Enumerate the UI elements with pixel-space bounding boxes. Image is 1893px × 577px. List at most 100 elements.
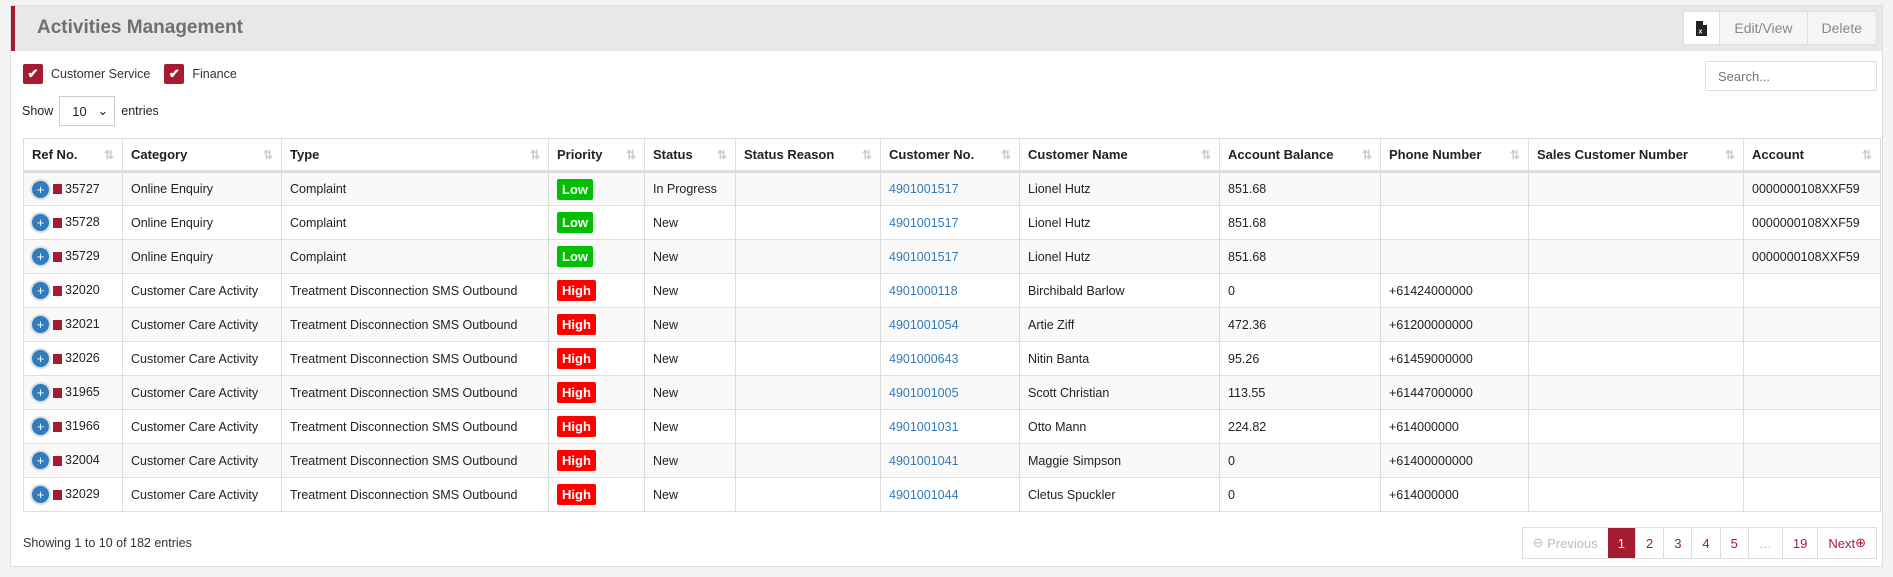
column-header[interactable]: Ref No. ⇅ xyxy=(23,138,123,173)
page-button[interactable]: 3 xyxy=(1663,528,1691,558)
balance-cell: 851.68 xyxy=(1219,239,1381,274)
sales-no-cell xyxy=(1528,171,1744,206)
column-header[interactable]: Type ⇅ xyxy=(281,138,549,173)
pagination-ellipsis: … xyxy=(1747,528,1782,558)
column-header[interactable]: Phone Number ⇅ xyxy=(1380,138,1529,173)
expand-row-icon[interactable]: + xyxy=(32,282,49,299)
ref-no: 31965 xyxy=(65,384,100,399)
expand-row-icon[interactable]: + xyxy=(32,350,49,367)
balance-cell: 0 xyxy=(1219,477,1381,512)
customer-service-checkbox[interactable]: ✔ xyxy=(23,64,43,84)
calendar-icon xyxy=(53,319,62,330)
customer-no-link[interactable]: 4901000118 xyxy=(889,284,958,298)
calendar-icon xyxy=(53,353,62,364)
customer-no-link[interactable]: 4901001031 xyxy=(889,420,959,434)
ref-cell: +32026 xyxy=(23,341,123,376)
column-header[interactable]: Account Balance ⇅ xyxy=(1219,138,1381,173)
excel-file-icon: x xyxy=(1696,20,1708,36)
phone-cell: +614000000 xyxy=(1380,477,1529,512)
priority-cell: Low xyxy=(548,171,645,206)
sales-no-cell xyxy=(1528,239,1744,274)
column-header[interactable]: Status ⇅ xyxy=(644,138,736,173)
search-input[interactable] xyxy=(1705,61,1877,91)
customer-no-link[interactable]: 4901001044 xyxy=(889,488,959,502)
customer-no-link[interactable]: 4901000643 xyxy=(889,352,959,366)
column-header[interactable]: Priority ⇅ xyxy=(548,138,645,173)
activities-table: Ref No. ⇅ Category ⇅ Type ⇅ Priority ⇅ Status ⇅ St… xyxy=(23,138,1881,512)
column-header[interactable]: Status Reason ⇅ xyxy=(735,138,881,173)
ref-no: 35729 xyxy=(65,248,100,263)
export-excel-button[interactable]: x xyxy=(1684,12,1720,44)
expand-row-icon[interactable]: + xyxy=(32,418,49,435)
column-header[interactable]: Customer No. ⇅ xyxy=(880,138,1020,173)
priority-cell: High xyxy=(548,341,645,376)
category-cell: Customer Care Activity xyxy=(122,477,282,512)
page-button[interactable]: 2 xyxy=(1634,528,1663,558)
column-header[interactable]: Account ⇅ xyxy=(1743,138,1881,173)
reason-cell xyxy=(735,477,881,512)
page-button[interactable]: 4 xyxy=(1691,528,1719,558)
status-cell: New xyxy=(644,341,736,376)
page-button[interactable]: 19 xyxy=(1781,528,1817,558)
expand-row-icon[interactable]: + xyxy=(32,214,49,231)
category-cell: Customer Care Activity xyxy=(122,409,282,444)
table-row[interactable]: +31965 Customer Care Activity Treatment Di… xyxy=(23,375,1881,410)
expand-row-icon[interactable]: + xyxy=(32,384,49,401)
type-cell: Treatment Disconnection SMS Outbound xyxy=(281,307,549,342)
ref-cell: +32020 xyxy=(23,273,123,308)
next-button[interactable]: Next ⊕ xyxy=(1817,528,1876,558)
customer-no-link[interactable]: 4901001054 xyxy=(889,318,959,332)
edit-view-button[interactable]: Edit/View xyxy=(1719,12,1807,44)
customer-no-link[interactable]: 4901001041 xyxy=(889,454,959,468)
expand-row-icon[interactable]: + xyxy=(32,486,49,503)
customer-no-link[interactable]: 4901001517 xyxy=(889,216,959,230)
column-header[interactable]: Category ⇅ xyxy=(122,138,282,173)
account-cell xyxy=(1743,477,1881,512)
customer-service-label: Customer Service xyxy=(51,67,151,81)
expand-row-icon[interactable]: + xyxy=(32,180,49,198)
expand-row-icon[interactable]: + xyxy=(32,452,49,469)
sales-no-cell xyxy=(1528,205,1744,240)
finance-checkbox[interactable]: ✔ xyxy=(164,64,185,84)
customer-no-link[interactable]: 4901001517 xyxy=(889,182,959,196)
page-length-select[interactable]: 10 ⌄ xyxy=(59,96,116,126)
customer-no-link[interactable]: 4901001517 xyxy=(889,250,959,264)
column-header[interactable]: Customer Name ⇅ xyxy=(1019,138,1220,173)
table-row[interactable]: +32029 Customer Care Activity Treatment Di… xyxy=(23,477,1881,512)
customer-name-cell: Artie Ziff xyxy=(1019,307,1220,342)
delete-button[interactable]: Delete xyxy=(1806,12,1876,44)
table-row[interactable]: +35727 Online Enquiry Complaint Low In Progr… xyxy=(23,171,1881,206)
phone-cell: +61447000000 xyxy=(1380,375,1529,410)
customer-no-link[interactable]: 4901001005 xyxy=(889,386,959,400)
entries-label: entries xyxy=(121,104,159,118)
account-cell xyxy=(1743,307,1881,342)
table-row[interactable]: +32020 Customer Care Activity Treatment Di… xyxy=(23,273,1881,308)
page-button[interactable]: 1 xyxy=(1607,528,1635,558)
svg-text:x: x xyxy=(1699,28,1703,35)
sales-no-cell xyxy=(1528,477,1744,512)
category-cell: Customer Care Activity xyxy=(122,273,282,308)
column-header[interactable]: Sales Customer Number ⇅ xyxy=(1528,138,1744,173)
phone-cell xyxy=(1380,205,1529,240)
table-row[interactable]: +32026 Customer Care Activity Treatment Di… xyxy=(23,341,1881,376)
priority-cell: High xyxy=(548,273,645,308)
expand-row-icon[interactable]: + xyxy=(32,248,49,265)
sales-no-cell xyxy=(1528,443,1744,478)
balance-cell: 0 xyxy=(1219,273,1381,308)
priority-cell: High xyxy=(548,409,645,444)
table-row[interactable]: +35729 Online Enquiry Complaint Low New 49010… xyxy=(23,239,1881,274)
customer-name-cell: Cletus Spuckler xyxy=(1019,477,1220,512)
previous-button[interactable]: ⊖ Previous xyxy=(1523,528,1608,558)
table-row[interactable]: +32021 Customer Care Activity Treatment Di… xyxy=(23,307,1881,342)
customer-name-cell: Maggie Simpson xyxy=(1019,443,1220,478)
table-row[interactable]: +32004 Customer Care Activity Treatment Di… xyxy=(23,443,1881,478)
balance-cell: 472.36 xyxy=(1219,307,1381,342)
expand-row-icon[interactable]: + xyxy=(32,316,49,333)
sort-icon: ⇅ xyxy=(716,148,727,162)
page-button[interactable]: 5 xyxy=(1719,528,1748,558)
table-row[interactable]: +35728 Online Enquiry Complaint Low New 49010… xyxy=(23,205,1881,240)
table-row[interactable]: +31966 Customer Care Activity Treatment Di… xyxy=(23,409,1881,444)
column-label: Category xyxy=(131,147,188,162)
account-cell: 0000000108XXF59 xyxy=(1743,171,1881,206)
toolbar: x Edit/View Delete xyxy=(1683,11,1877,45)
